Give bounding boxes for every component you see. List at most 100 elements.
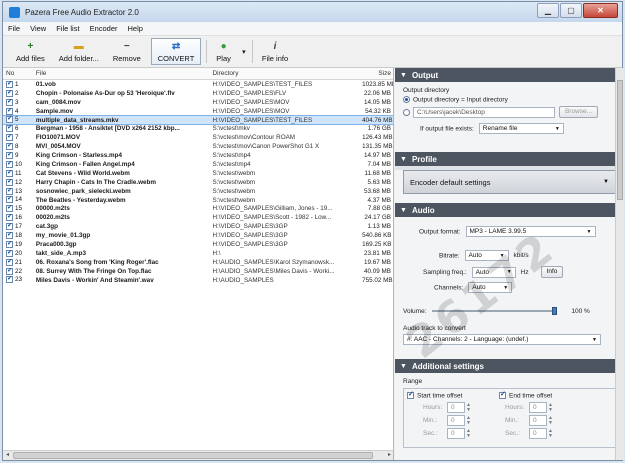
- remove-button[interactable]: − Remove: [106, 36, 148, 67]
- row-checkbox[interactable]: [6, 276, 13, 284]
- row-checkbox[interactable]: [6, 89, 13, 97]
- table-row[interactable]: 13 sosnowiec_park_sielecki.webm S:\vctest\…: [3, 187, 393, 196]
- file-info-button[interactable]: i File info: [255, 36, 295, 67]
- channels-select[interactable]: Auto ▼: [468, 282, 513, 293]
- output-format-select[interactable]: MP3 - LAME 3.99.5 ▼: [465, 226, 596, 237]
- spin-arrows-icon[interactable]: ▲ ▼: [548, 415, 553, 426]
- maximize-button[interactable]: ▢: [560, 3, 582, 18]
- bitrate-select[interactable]: Auto ▼: [464, 250, 509, 261]
- table-row[interactable]: 23 Miles Davis - Workin' And Steamin'.wav…: [3, 276, 393, 285]
- start-offset-checkbox[interactable]: [407, 390, 414, 399]
- file-list[interactable]: No File Directory Size 1 01.vob H:\VIDEO_S…: [3, 68, 394, 460]
- if-exists-select[interactable]: Rename file ▼: [478, 123, 564, 135]
- minimize-button[interactable]: ▁: [537, 3, 559, 18]
- info-button[interactable]: Info: [540, 266, 564, 278]
- convert-button[interactable]: ⇄ CONVERT: [150, 38, 202, 65]
- row-checkbox[interactable]: [6, 258, 13, 266]
- play-button[interactable]: ● Play: [209, 36, 238, 67]
- table-row[interactable]: 14 The Beatles - Yesterday.webm S:\vctest\…: [3, 196, 393, 205]
- table-row[interactable]: 1 01.vob H:\VIDEO_SAMPLES\TEST_FILES 1023.8…: [3, 80, 393, 89]
- scrollbar-thumb[interactable]: [617, 80, 623, 200]
- table-row[interactable]: 10 King Crimson - Fallen Angel.mp4 S:\vcte…: [3, 160, 393, 169]
- row-checkbox[interactable]: [6, 205, 13, 213]
- row-checkbox[interactable]: [6, 249, 13, 257]
- end-sec-field[interactable]: 0: [529, 428, 547, 440]
- add-folder-button[interactable]: ▬ Add folder...: [52, 36, 106, 67]
- sampling-select[interactable]: Auto ▼: [471, 266, 516, 278]
- menu-help[interactable]: Help: [128, 24, 143, 33]
- output-section-header[interactable]: ▼ Output: [395, 68, 624, 82]
- row-checkbox[interactable]: [6, 178, 13, 186]
- table-row[interactable]: 8 MVI_0054.MOV S:\vctest\mov\Canon PowerSh…: [3, 142, 393, 151]
- table-row[interactable]: 17 cat.3gp H:\VIDEO_SAMPLES\3GP 1.13 MB: [3, 222, 393, 231]
- profile-section-header[interactable]: ▼ Profile: [395, 152, 624, 166]
- table-row[interactable]: 19 Praca000.3gp H:\VIDEO_SAMPLES\3GP 169.25…: [3, 240, 393, 249]
- row-checkbox[interactable]: [6, 232, 13, 239]
- menu-view[interactable]: View: [30, 24, 46, 33]
- scroll-right-icon[interactable]: ▸: [385, 451, 393, 460]
- audio-section-header[interactable]: ▼ Audio: [395, 203, 624, 217]
- row-checkbox[interactable]: [6, 160, 13, 168]
- horizontal-scrollbar[interactable]: ◂ ▸: [3, 450, 393, 460]
- row-checkbox[interactable]: [6, 214, 13, 222]
- radio-input-dir[interactable]: [403, 96, 410, 103]
- row-checkbox[interactable]: [6, 143, 13, 151]
- scrollbar-thumb[interactable]: [13, 452, 373, 459]
- row-checkbox[interactable]: [6, 80, 13, 88]
- menu-encoder[interactable]: Encoder: [90, 24, 118, 33]
- column-no[interactable]: No: [3, 70, 33, 77]
- end-hours-field[interactable]: 0: [529, 402, 547, 414]
- volume-knob[interactable]: [552, 307, 558, 315]
- table-row[interactable]: 7 FIO10071.MOV S:\vctest\mov\Contour ROAM 1…: [3, 133, 393, 142]
- table-row[interactable]: 6 Bergman - 1958 - Ansiktet [DVD x264 215…: [3, 124, 393, 133]
- column-file[interactable]: File: [33, 70, 210, 77]
- table-row[interactable]: 15 00000.m2ts H:\VIDEO_SAMPLES\Gilliam, Jo…: [3, 204, 393, 213]
- table-row[interactable]: 21 06. Roxana's Song from 'King Roger'.fl…: [3, 258, 393, 267]
- audio-track-select[interactable]: #: AAC - Channels: 2 - Language: (undef.…: [403, 334, 601, 345]
- spin-arrows-icon[interactable]: ▲ ▼: [466, 402, 471, 413]
- end-min-field[interactable]: 0: [529, 415, 547, 427]
- scroll-left-icon[interactable]: ◂: [3, 451, 12, 460]
- close-button[interactable]: ✕: [583, 3, 618, 18]
- row-checkbox[interactable]: [6, 116, 13, 124]
- table-row[interactable]: 18 my_movie_01.3gp H:\VIDEO_SAMPLES\3GP 540…: [3, 231, 393, 240]
- table-row[interactable]: 11 Cat Stevens - Wild World.webm S:\vctest…: [3, 169, 393, 178]
- table-row[interactable]: 4 Sample.mov H:\VIDEO_SAMPLES\MOV 54.32 KB: [3, 107, 393, 116]
- start-sec-field[interactable]: 0: [447, 428, 465, 440]
- row-checkbox[interactable]: [6, 187, 13, 195]
- spin-arrows-icon[interactable]: ▲ ▼: [466, 428, 471, 439]
- table-row[interactable]: 5 multiple_data_streams.mkv H:\VIDEO_SAMPL…: [3, 114, 393, 126]
- output-path-field[interactable]: C:\Users\jacek\Desktop: [413, 106, 555, 118]
- column-size[interactable]: Size: [359, 70, 393, 77]
- table-row[interactable]: 16 00020.m2ts H:\VIDEO_SAMPLES\Scott - 198…: [3, 213, 393, 222]
- table-row[interactable]: 12 Harry Chapin - Cats In The Cradle.webm…: [3, 178, 393, 187]
- spin-arrows-icon[interactable]: ▲ ▼: [548, 402, 553, 413]
- row-checkbox[interactable]: [6, 107, 13, 115]
- start-hours-field[interactable]: 0: [447, 402, 465, 414]
- profile-select[interactable]: Encoder default settings ▼: [403, 170, 616, 194]
- radio-custom-dir[interactable]: [403, 108, 410, 116]
- row-checkbox[interactable]: [6, 267, 13, 275]
- menu-file[interactable]: File: [8, 24, 20, 33]
- row-checkbox[interactable]: [6, 196, 13, 204]
- play-dropdown-arrow[interactable]: ▾: [238, 36, 250, 67]
- end-offset-checkbox[interactable]: [499, 390, 506, 399]
- row-checkbox[interactable]: [6, 134, 13, 142]
- column-directory[interactable]: Directory: [209, 70, 359, 77]
- row-checkbox[interactable]: [6, 151, 13, 159]
- menu-file-list[interactable]: File list: [56, 24, 79, 33]
- browse-button[interactable]: Browse...: [558, 106, 599, 119]
- row-checkbox[interactable]: [6, 169, 13, 177]
- row-checkbox[interactable]: [6, 223, 13, 231]
- settings-vertical-scrollbar[interactable]: [615, 68, 624, 460]
- table-row[interactable]: 3 cam_0084.mov H:\VIDEO_SAMPLES\MOV 14.05 M…: [3, 98, 393, 107]
- table-row[interactable]: 22 08. Surrey With The Fringe On Top.flac…: [3, 267, 393, 276]
- output-option-input[interactable]: Output directory = Input directory: [403, 96, 616, 103]
- row-checkbox[interactable]: [6, 240, 13, 248]
- volume-slider[interactable]: [432, 307, 558, 315]
- row-checkbox[interactable]: [6, 98, 13, 106]
- table-row[interactable]: 9 King Crimson - Starless.mp4 S:\vctest\mp…: [3, 151, 393, 160]
- start-min-field[interactable]: 0: [447, 415, 465, 427]
- spin-arrows-icon[interactable]: ▲ ▼: [548, 428, 553, 439]
- add-files-button[interactable]: + Add files: [9, 36, 52, 67]
